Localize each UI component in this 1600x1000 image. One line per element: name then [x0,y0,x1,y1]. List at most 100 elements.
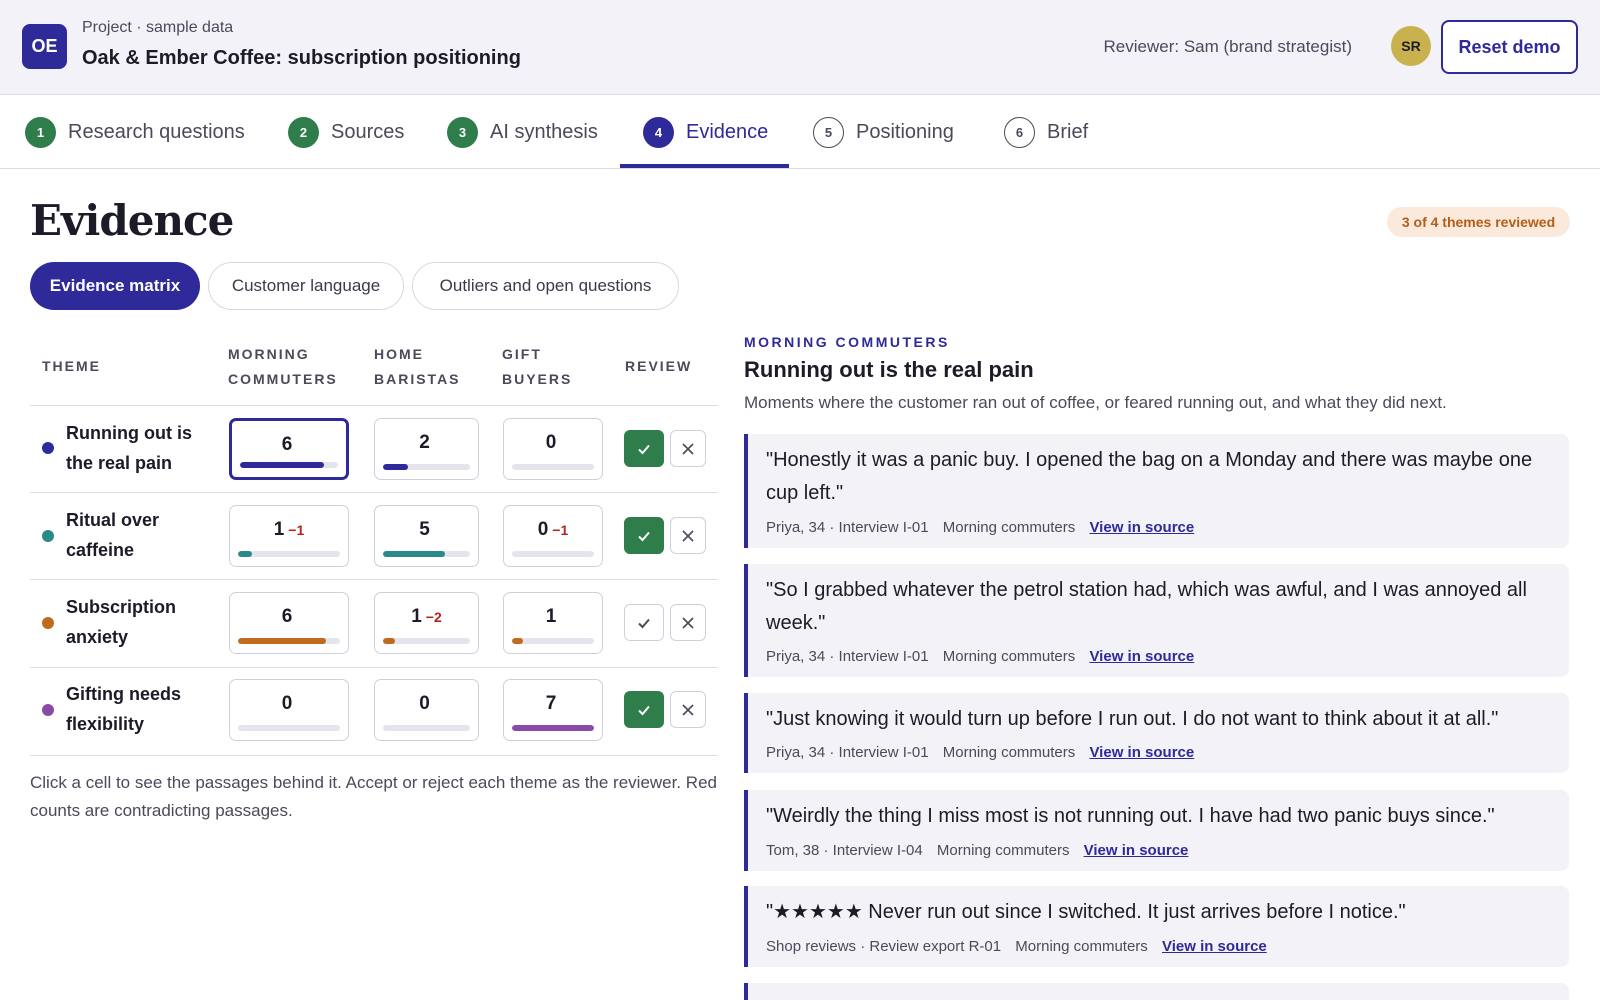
evidence-cell[interactable]: 1 [503,592,603,654]
header-line: MORNING [228,346,310,362]
theme-running-out: Running out is the real pain [66,418,206,478]
step-evidence[interactable]: 4 Evidence [643,95,768,169]
matrix-footnote: Click a cell to see the passages behind … [30,773,717,820]
close-icon [682,616,694,629]
accept-theme-button[interactable] [624,517,664,554]
cell-count: 1 −1 [273,519,305,540]
evidence-cell[interactable]: 0 [374,679,479,741]
theme-gifting-needs-flexibility: Gifting needs flexibility [66,679,206,739]
quote-text: "Honestly it was a panic buy. I opened t… [766,449,1533,504]
step-label: Positioning [856,120,954,143]
view-in-source-link[interactable]: View in source [1162,938,1267,955]
project-title: Oak & Ember Coffee: subscription positio… [82,47,521,69]
quote-card: "So I grabbed whatever the petrol statio… [744,564,1569,677]
quote-source: Priya, 34 · Interview I-01 [766,744,929,761]
panel-title: Running out is the real pain [744,357,1034,382]
cell-bar [512,551,594,557]
step-number: 5 [813,116,844,148]
evidence-cell[interactable]: 0 [229,679,349,741]
cell-bar [383,725,470,731]
cell-bar-fill [383,464,409,470]
evidence-cell[interactable]: 6 [229,592,349,654]
view-in-source-link[interactable]: View in source [1089,744,1194,761]
step-label: Evidence [686,120,769,143]
cell-bar-fill [383,551,445,557]
view-in-source-link[interactable]: View in source [1084,842,1189,859]
theme-color-dot [42,704,54,716]
header-line: BARISTAS [374,371,461,387]
cell-count: 1 [545,606,557,627]
step-brief[interactable]: 6 Brief [1004,95,1088,169]
cell-bar-fill [238,638,326,644]
cell-bar [512,638,594,644]
step-research-questions[interactable]: 1 Research questions [25,95,245,169]
quote-card: "Honestly it was a panic buy. I opened t… [744,434,1569,548]
theme-line: anxiety [66,627,129,647]
quote-segment: Morning commuters [1015,938,1148,955]
column-header-review: REVIEW [625,358,693,374]
view-in-source-link[interactable]: View in source [1089,648,1194,665]
view-in-source-link[interactable]: View in source [1089,519,1194,536]
cell-bar [383,464,470,470]
quote-source: Priya, 34 · Interview I-01 [766,519,929,536]
cell-bar [383,638,470,644]
row-divider [30,667,718,668]
panel-description: Moments where the customer ran out of co… [744,393,1447,412]
header-line: BUYERS [502,371,573,387]
tab-customer-language[interactable]: Customer language [208,262,404,310]
theme-line: Ritual over [66,510,160,530]
reject-theme-button[interactable] [670,604,706,641]
column-header-home-baristas: HOME BARISTAS [374,342,461,392]
quote-segment: Morning commuters [942,744,1076,761]
quote-text: "Weirdly the thing I miss most is not ru… [766,805,1495,827]
theme-line: Subscription [66,597,177,617]
column-header-morning-commuters: MORNING COMMUTERS [228,342,338,392]
step-sources[interactable]: 2 Sources [288,95,404,169]
quote-text: "So I grabbed whatever the petrol statio… [766,579,1527,634]
close-icon [682,703,694,716]
cell-count: 0 −1 [537,519,569,540]
cell-bar [240,462,338,468]
cell-count: 0 [419,693,430,714]
evidence-cell[interactable]: 7 [503,679,603,741]
project-kicker: Project · sample data [82,19,234,36]
cell-count: 1 −2 [411,606,442,627]
theme-color-dot [42,617,54,629]
step-number: 1 [25,116,56,148]
evidence-cell[interactable]: 1 −2 [374,592,479,654]
reject-theme-button[interactable] [670,517,706,554]
evidence-cell[interactable]: 0 [503,418,603,480]
reset-demo-button[interactable]: Reset demo [1441,20,1578,74]
quote-source: Shop reviews · Review export R-01 [766,938,1002,955]
reject-theme-button[interactable] [670,430,706,467]
cell-bar-fill [240,462,325,468]
theme-color-dot [42,530,54,542]
step-label: Sources [331,120,405,143]
quote-source: Priya, 34 · Interview I-01 [766,648,929,665]
cell-bar [383,551,470,557]
accept-theme-button[interactable] [624,691,664,728]
row-divider [30,755,718,756]
header-line: COMMUTERS [228,371,338,387]
accept-theme-button[interactable] [624,430,664,467]
avatar[interactable]: SR [1391,26,1431,66]
row-divider [30,405,718,406]
accept-theme-button[interactable] [624,604,664,641]
header-line: HOME [374,346,424,362]
cell-bar-fill [383,638,396,644]
tab-outliers-open-questions[interactable]: Outliers and open questions [412,262,679,310]
evidence-cell[interactable]: 0 −1 [503,505,603,567]
evidence-cell[interactable]: 2 [374,418,479,480]
evidence-cell[interactable]: 6 [229,418,349,480]
tab-evidence-matrix[interactable]: Evidence matrix [30,262,200,310]
row-divider [30,579,718,580]
cell-bar [238,551,340,557]
reject-theme-button[interactable] [670,691,706,728]
cell-count: 6 [281,434,293,455]
evidence-cell[interactable]: 1 −1 [229,505,349,567]
evidence-cell[interactable]: 5 [374,505,479,567]
quote-text: "Just knowing it would turn up before I … [766,708,1499,730]
step-ai-synthesis[interactable]: 3 AI synthesis [447,95,598,169]
step-positioning[interactable]: 5 Positioning [813,95,954,169]
quote-meta: Priya, 34 · Interview I-01 Morning commu… [766,648,1194,665]
